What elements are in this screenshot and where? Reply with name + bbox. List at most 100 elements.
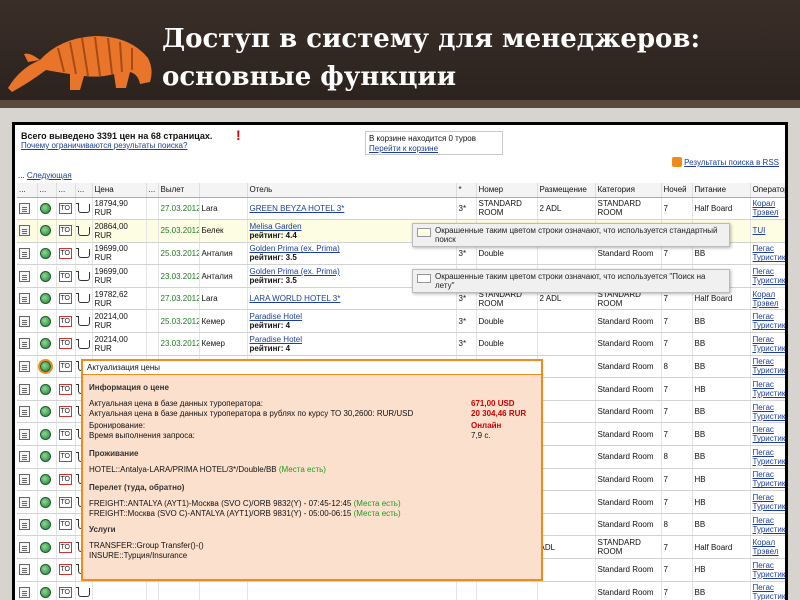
document-icon[interactable]: [19, 541, 30, 553]
document-icon[interactable]: [19, 451, 30, 463]
operator-link[interactable]: Пегас Туристик: [753, 561, 786, 579]
cell-globe[interactable]: [37, 558, 57, 582]
operator-link[interactable]: Пегас Туристик: [753, 425, 786, 443]
cell-cart[interactable]: [75, 264, 93, 288]
cell-operator[interactable]: Пегас Туристик: [750, 242, 785, 266]
to-badge[interactable]: ТО: [58, 293, 72, 305]
cell-operator[interactable]: Пегас Туристик: [750, 558, 786, 582]
document-icon[interactable]: [19, 270, 30, 282]
cell-operator[interactable]: Пегас Туристик: [750, 309, 785, 334]
to-badge[interactable]: ТО: [58, 383, 72, 395]
cart-icon[interactable]: [75, 270, 90, 281]
cart-icon[interactable]: [75, 248, 90, 259]
to-badge[interactable]: ТО: [58, 451, 72, 463]
cell-to[interactable]: ТО: [56, 377, 76, 401]
globe-refresh-icon[interactable]: [39, 586, 51, 598]
operator-link[interactable]: Пегас Туристик: [753, 380, 786, 398]
cell-globe[interactable]: [37, 219, 57, 243]
hotel-link[interactable]: Golden Prima (ex. Prima): [250, 244, 340, 253]
cart-icon[interactable]: [75, 338, 90, 349]
operator-link[interactable]: TUI: [753, 226, 766, 235]
cell-to[interactable]: ТО: [56, 264, 76, 288]
globe-refresh-icon[interactable]: [37, 358, 53, 374]
document-icon[interactable]: [19, 315, 30, 327]
table-row[interactable]: ТО 20214,00 RUR 23.03.2012 Кемер Paradise Hot…: [17, 332, 785, 356]
to-badge[interactable]: ТО: [58, 496, 72, 508]
hotel-link[interactable]: GREEN BEYZA HOTEL 3*: [250, 204, 345, 213]
cell-operator[interactable]: Корал Трэвел: [750, 535, 785, 559]
cell-operator[interactable]: Пегас Туристик: [750, 332, 785, 356]
cell-operator[interactable]: TUI: [750, 219, 785, 243]
to-badge[interactable]: ТО: [58, 406, 72, 418]
cell-globe[interactable]: [37, 513, 57, 537]
cell-to[interactable]: ТО: [56, 581, 76, 600]
document-icon[interactable]: [19, 338, 30, 350]
to-badge[interactable]: ТО: [58, 473, 72, 485]
cell-globe[interactable]: [37, 332, 57, 356]
globe-refresh-icon[interactable]: [39, 428, 51, 440]
to-badge[interactable]: ТО: [58, 270, 72, 282]
cell-operator[interactable]: Пегас Туристик: [750, 445, 785, 469]
go-to-cart-link[interactable]: Перейти к корзине: [369, 144, 438, 153]
document-icon[interactable]: [19, 586, 30, 598]
globe-refresh-icon[interactable]: [39, 519, 51, 531]
globe-refresh-icon[interactable]: [39, 225, 51, 237]
cell-globe[interactable]: [37, 242, 57, 266]
cell-operator[interactable]: Корал Трэвел: [750, 287, 785, 311]
hotel-link[interactable]: Paradise Hotel: [250, 312, 302, 321]
cell-to[interactable]: ТО: [56, 197, 76, 221]
cell-to[interactable]: ТО: [56, 445, 76, 469]
cell-to[interactable]: ТО: [56, 355, 76, 379]
cell-globe[interactable]: [37, 445, 57, 469]
operator-link[interactable]: Корал Трэвел: [753, 199, 779, 217]
cell-globe[interactable]: [37, 377, 57, 401]
cell-cart[interactable]: [75, 219, 93, 243]
cell-operator[interactable]: Пегас Туристик: [750, 513, 785, 537]
cell-to[interactable]: ТО: [56, 558, 76, 582]
globe-refresh-icon[interactable]: [39, 383, 51, 395]
cell-globe[interactable]: [37, 287, 57, 311]
hotel-link[interactable]: Paradise Hotel: [250, 335, 302, 344]
operator-link[interactable]: Корал Трэвел: [753, 538, 779, 556]
cell-to[interactable]: ТО: [56, 219, 76, 243]
cell-globe[interactable]: [37, 468, 57, 492]
cell-doc[interactable]: [17, 219, 38, 243]
cell-globe[interactable]: [37, 400, 57, 424]
to-badge[interactable]: ТО: [58, 360, 72, 372]
cell-to[interactable]: ТО: [56, 422, 76, 447]
document-icon[interactable]: [19, 519, 30, 531]
to-badge[interactable]: ТО: [58, 564, 72, 576]
to-badge[interactable]: ТО: [58, 202, 72, 214]
cell-operator[interactable]: Пегас Туристик: [750, 468, 785, 492]
table-row[interactable]: ТО 18794,90 RUR 27.03.2012 Lara GREEN BEYZA H…: [17, 197, 785, 221]
cell-to[interactable]: ТО: [56, 287, 76, 311]
cell-cart[interactable]: [75, 581, 93, 600]
globe-refresh-icon[interactable]: [39, 406, 51, 418]
cell-doc[interactable]: [17, 400, 38, 424]
cell-hotel[interactable]: Paradise Hotel рейтинг: 4: [247, 309, 457, 334]
document-icon[interactable]: [19, 473, 30, 485]
cell-to[interactable]: ТО: [56, 468, 76, 492]
cell-globe[interactable]: [37, 309, 57, 334]
to-badge[interactable]: ТО: [58, 338, 72, 350]
why-limited-link[interactable]: Почему ограничиваются результаты поиска?: [21, 141, 187, 150]
document-icon[interactable]: [19, 564, 30, 576]
to-badge[interactable]: ТО: [58, 225, 72, 237]
cell-cart[interactable]: [75, 309, 93, 334]
to-badge[interactable]: ТО: [58, 247, 72, 259]
cell-doc[interactable]: [17, 355, 38, 379]
document-icon[interactable]: [19, 428, 30, 440]
cell-doc[interactable]: [17, 513, 38, 537]
operator-link[interactable]: Пегас Туристик: [753, 403, 786, 421]
document-icon[interactable]: [19, 383, 30, 395]
cell-globe[interactable]: [37, 490, 57, 514]
cell-to[interactable]: ТО: [56, 309, 76, 334]
cell-doc[interactable]: [17, 309, 38, 334]
cell-globe[interactable]: [37, 422, 57, 447]
operator-link[interactable]: Пегас Туристик: [753, 493, 786, 511]
cell-cart[interactable]: [75, 242, 93, 266]
rss-link-text[interactable]: Результаты поиска в RSS: [684, 158, 779, 167]
table-row[interactable]: ТО Standard Room 7 BB Пегас Туристик: [17, 581, 785, 600]
document-icon[interactable]: [19, 406, 30, 418]
to-badge[interactable]: ТО: [58, 541, 72, 553]
